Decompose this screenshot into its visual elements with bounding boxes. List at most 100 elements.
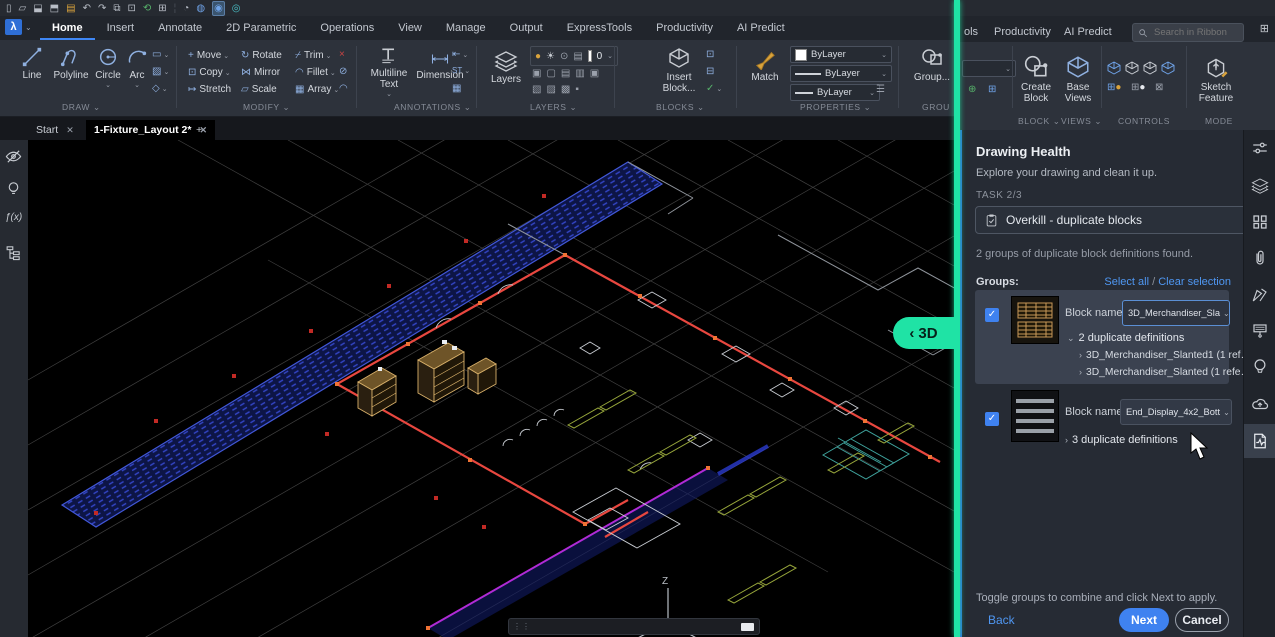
duplicate-item[interactable]: ›3D_Merchandiser_Slanted1 (1 ref… — [1079, 350, 1251, 361]
layers-panel-icon[interactable] — [1251, 176, 1269, 194]
layer-new-icon[interactable]: ⊞ — [988, 84, 996, 95]
layers-button[interactable]: Layers — [486, 48, 526, 85]
match-properties-button[interactable]: Match — [746, 48, 784, 83]
duplicate-item[interactable]: ›3D_Merchandiser_Slanted (1 refe… — [1079, 367, 1251, 378]
layer-thaw-icon[interactable]: ☀ — [546, 51, 555, 62]
properties-panel-icon[interactable] — [1251, 139, 1269, 157]
block-edit-icon[interactable]: ⊡ — [706, 49, 714, 60]
save-icon[interactable]: ⬓ — [33, 2, 42, 15]
rectangle-tool-icon[interactable]: ▭⌄ — [152, 49, 169, 60]
back-link[interactable]: Back — [988, 613, 1015, 627]
tab-manage[interactable]: Manage — [434, 16, 498, 40]
fillet-button[interactable]: ◠Fillet⌄ — [295, 67, 336, 78]
lightbulb-icon[interactable] — [5, 180, 22, 197]
insert-block-button[interactable]: Insert Block... — [656, 46, 702, 94]
attachments-panel-icon[interactable] — [1251, 249, 1269, 267]
polyline-button[interactable]: Polyline — [52, 46, 90, 81]
view-cube-icon[interactable] — [1124, 60, 1140, 76]
duplicate-expand-row[interactable]: ⌄2 duplicate definitions — [1067, 332, 1184, 344]
paste-icon[interactable]: ⊞ — [158, 2, 166, 15]
block-sync-icon[interactable]: ✓⌄ — [706, 83, 722, 94]
layer-color-swatch[interactable] — [588, 50, 592, 62]
save-all-icon[interactable]: ⬒ — [50, 2, 59, 15]
erase-icon[interactable]: × — [339, 49, 345, 60]
layer-lock-icon[interactable]: ⊙ — [560, 51, 568, 62]
globe-icon[interactable]: ◍ — [196, 2, 205, 15]
trim-button[interactable]: ⌿Trim⌄ — [295, 50, 332, 61]
plot-icon[interactable]: ▤ — [66, 2, 75, 15]
rotate-button[interactable]: ↻Rotate — [241, 50, 282, 61]
drawing-health-panel-icon[interactable] — [1244, 424, 1275, 458]
tab-productivity[interactable]: Productivity — [982, 20, 1063, 44]
cloud-upload-panel-icon[interactable] — [1251, 395, 1269, 413]
layer-tools-row2[interactable]: ▧▨▩▪ — [532, 84, 584, 95]
clear-selection-link[interactable]: Clear selection — [1158, 276, 1231, 288]
create-block-button[interactable]: Create Block — [1017, 54, 1055, 104]
blocks-panel-icon[interactable] — [1251, 213, 1269, 231]
tab-output[interactable]: Output — [498, 16, 555, 40]
tab-insert[interactable]: Insert — [95, 16, 147, 40]
copy-clip-icon[interactable]: ⊡ — [128, 2, 136, 15]
break-icon[interactable]: ◠ — [339, 83, 348, 94]
group-checkbox[interactable]: ✓ — [985, 308, 999, 322]
tab-fragment-expresstools[interactable]: ols — [960, 20, 982, 44]
tab-operations[interactable]: Operations — [308, 16, 386, 40]
tab-productivity[interactable]: Productivity — [644, 16, 725, 40]
tab-ai-predict[interactable]: AI Predict — [1052, 20, 1124, 44]
command-line-bar[interactable]: ⋮⋮ — [508, 618, 760, 635]
new-tab-button[interactable]: + — [188, 120, 210, 140]
import-icon[interactable]: ⟲ — [143, 2, 151, 15]
layer-plot-icon[interactable]: ▤ — [573, 51, 582, 62]
layer-set-current-icon[interactable]: ⊕ — [968, 84, 976, 95]
lightweight-panel-icon[interactable] — [1251, 358, 1269, 376]
timer-icon[interactable]: ◔ — [183, 2, 189, 15]
chevron-down-icon[interactable]: ⌄ — [607, 52, 613, 60]
control-bulb-on-icon[interactable]: ⊞● — [1107, 82, 1121, 93]
tab-annotate[interactable]: Annotate — [146, 16, 214, 40]
close-icon[interactable]: ✕ — [66, 120, 74, 140]
stretch-button[interactable]: ↦Stretch — [188, 84, 231, 95]
group-checkbox[interactable]: ✓ — [985, 412, 999, 426]
drawing-canvas[interactable]: ZYX — [28, 140, 954, 637]
render-mode-active-icon[interactable]: ◉ — [212, 1, 225, 16]
group-button[interactable]: Group... — [910, 46, 954, 83]
drag-grip-icon[interactable]: ⋮⋮ — [509, 622, 531, 631]
ribbon-search-box[interactable] — [1132, 23, 1244, 42]
duplicate-expand-row[interactable]: ›3 duplicate definitions — [1065, 434, 1178, 446]
block-name-dropdown[interactable]: 3D_Merchandiser_Sla⌄ — [1122, 300, 1230, 326]
block-attrib-icon[interactable]: ⊟ — [706, 66, 714, 77]
app-menu-button[interactable]: λ — [5, 19, 22, 35]
properties-settings-icon[interactable]: ☰ — [876, 84, 885, 95]
next-button[interactable]: Next — [1119, 608, 1169, 632]
view-cube-axes-icon[interactable] — [1160, 60, 1176, 76]
array-button[interactable]: ▦Array⌄ — [295, 84, 339, 95]
tab-ai-predict[interactable]: AI Predict — [725, 16, 797, 40]
dim-style-icon[interactable]: ⇤⌄ — [452, 49, 468, 60]
redo-icon[interactable]: ↷ — [98, 2, 106, 15]
3d-toggle-badge[interactable]: ‹ 3D — [893, 317, 954, 349]
control-bulb-off-icon[interactable]: ⊞● — [1131, 82, 1145, 93]
control-move-icon[interactable]: ⊠ — [1155, 82, 1163, 93]
circle-button[interactable]: Circle⌄ — [92, 46, 124, 89]
fields-icon[interactable]: ƒ(x) — [5, 212, 22, 223]
text-style-icon[interactable]: ST⌄ — [452, 66, 470, 75]
render-mode-icon[interactable]: ◎ — [232, 2, 241, 15]
view-cube-shaded-icon[interactable] — [1106, 60, 1122, 76]
block-name-dropdown[interactable]: End_Display_4x2_Bott⌄ — [1120, 399, 1232, 425]
cut-layer-dropdown[interactable]: ⌄ — [962, 60, 1016, 77]
move-button[interactable]: +Move⌄ — [188, 50, 229, 61]
drafting-tools-panel-icon[interactable] — [1251, 286, 1269, 304]
structure-tree-icon[interactable] — [5, 244, 22, 261]
tab-home[interactable]: Home — [40, 16, 95, 40]
arc-button[interactable]: Arc⌄ — [124, 46, 150, 89]
layer-tools-row1[interactable]: ▣▢▤▥▣ — [532, 68, 604, 79]
color-dropdown[interactable]: ByLayer⌄ — [790, 46, 892, 63]
new-file-icon[interactable]: ▯ — [6, 2, 12, 15]
region-tool-icon[interactable]: ◇⌄ — [152, 83, 168, 94]
mirror-button[interactable]: ⋈Mirror — [241, 67, 280, 78]
comparison-divider[interactable] — [954, 0, 960, 637]
lineweight-dropdown[interactable]: ByLayer⌄ — [790, 84, 880, 101]
copy-button[interactable]: ⊡Copy⌄ — [188, 67, 231, 78]
offset-icon[interactable]: ⊘ — [339, 66, 347, 77]
undo-icon[interactable]: ↶ — [83, 2, 91, 15]
